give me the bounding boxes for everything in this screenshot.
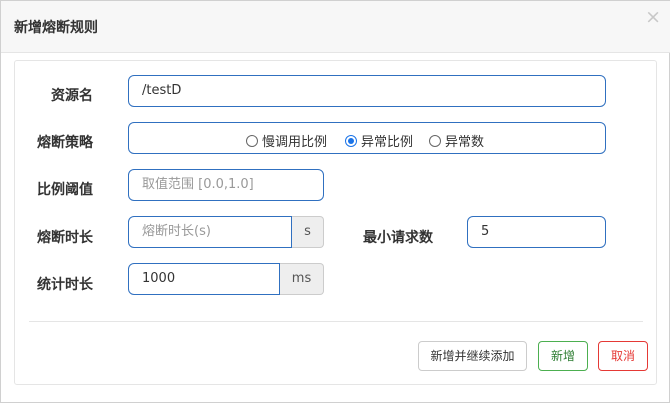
radio-unchecked-icon[interactable] (429, 134, 441, 147)
dialog-title: 新增熔断规则 (14, 20, 98, 36)
duration-unit-addon: s (292, 216, 324, 248)
add-and-continue-button[interactable]: 新增并继续添加 (418, 341, 527, 371)
radio-error-ratio-label: 异常比例 (361, 135, 414, 150)
radio-slow-ratio-label: 慢调用比例 (262, 135, 328, 150)
radio-error-ratio[interactable]: 异常比例 (345, 131, 413, 150)
stat-window-unit-addon: ms (280, 263, 324, 295)
add-button[interactable]: 新增 (538, 341, 588, 371)
dialog-header: 新增熔断规则 × (1, 1, 670, 53)
resource-label: 资源名 (51, 88, 93, 104)
ratio-label: 比例阈值 (37, 182, 93, 198)
radio-unchecked-icon[interactable] (246, 134, 258, 147)
radio-slow-ratio[interactable]: 慢调用比例 (246, 131, 327, 150)
strategy-label: 熔断策略 (37, 135, 93, 151)
min-requests-label: 最小请求数 (363, 230, 433, 246)
cancel-button[interactable]: 取消 (598, 341, 648, 371)
ratio-input[interactable]: 取值范围 [0.0,1.0] (128, 169, 324, 201)
radio-error-count-label: 异常数 (445, 135, 485, 150)
divider (29, 321, 643, 322)
resource-input[interactable]: /testD (128, 75, 606, 107)
duration-input[interactable]: 熔断时长(s) (128, 216, 292, 248)
strategy-radio-group: 慢调用比例 异常比例 异常数 (128, 122, 606, 154)
add-degrade-rule-dialog: 新增熔断规则 × 资源名 /testD 熔断策略 慢调用比例 异常比例 异常数 … (0, 0, 670, 403)
min-requests-input[interactable]: 5 (467, 216, 606, 248)
radio-error-count[interactable]: 异常数 (429, 131, 484, 150)
stat-window-label: 统计时长 (37, 277, 93, 293)
radio-checked-icon[interactable] (345, 134, 357, 147)
duration-label: 熔断时长 (37, 230, 93, 246)
close-icon[interactable]: × (645, 8, 661, 27)
stat-window-input[interactable]: 1000 (128, 263, 280, 295)
